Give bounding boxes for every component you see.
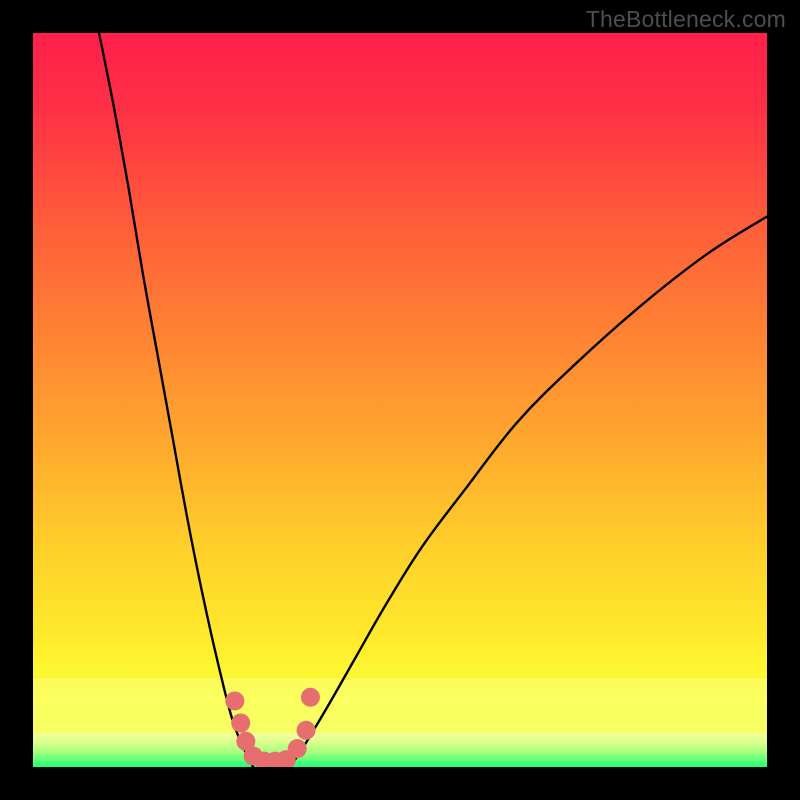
watermark-text: TheBottleneck.com [586, 6, 786, 33]
green-band [33, 733, 767, 767]
gradient-bg [33, 33, 767, 767]
chart-frame: TheBottleneck.com [0, 0, 800, 800]
pale-band [33, 678, 767, 733]
marker-dot [288, 739, 307, 758]
marker-dot [301, 688, 320, 707]
marker-dot [231, 713, 250, 732]
marker-dot [297, 721, 316, 740]
plot-area [33, 33, 767, 767]
chart-svg [33, 33, 767, 767]
marker-dot [225, 691, 244, 710]
